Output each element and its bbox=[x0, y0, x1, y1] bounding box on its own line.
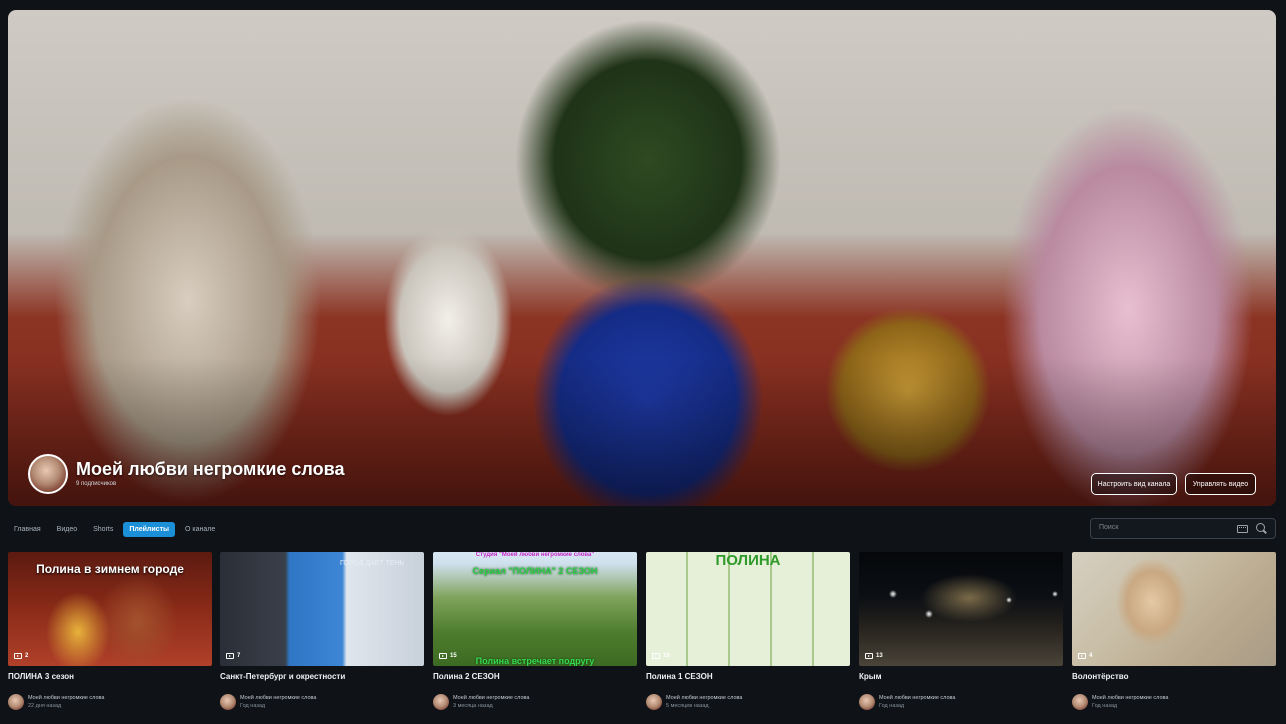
manage-videos-button[interactable]: Управлять видео bbox=[1185, 473, 1256, 495]
owner-name[interactable]: Моей любви негромкие слова bbox=[453, 695, 529, 701]
playlist-date: 5 месяцев назад bbox=[666, 703, 709, 709]
playlist-card[interactable]: 4 Волонтёрство Моей любви негромкие слов… bbox=[1072, 552, 1276, 718]
video-count: 7 bbox=[237, 653, 241, 659]
playlist-title[interactable]: Крым bbox=[859, 672, 882, 681]
video-count-badge: 16 bbox=[652, 653, 670, 659]
playlist-thumbnail[interactable]: ГОРОД ДАЕТ ТЕНЬ bbox=[220, 552, 424, 666]
playlist-title[interactable]: Полина 1 СЕЗОН bbox=[646, 672, 713, 681]
channel-banner bbox=[8, 10, 1276, 506]
tab-home[interactable]: Главная bbox=[8, 522, 47, 537]
tab-about[interactable]: О канале bbox=[179, 522, 221, 537]
thumbnail-caption: Сериал "ПОЛИНА" 2 СЕЗОН bbox=[472, 566, 598, 576]
video-count-badge: 4 bbox=[1078, 653, 1092, 659]
channel-avatar[interactable] bbox=[28, 454, 68, 494]
playlist-title[interactable]: Санкт-Петербург и окрестности bbox=[220, 672, 345, 681]
playlist-icon bbox=[652, 653, 660, 659]
tab-videos[interactable]: Видео bbox=[51, 522, 83, 537]
thumbnail-caption: ГОРОД ДАЕТ ТЕНЬ bbox=[340, 560, 405, 567]
keyboard-icon[interactable] bbox=[1237, 525, 1248, 533]
playlist-thumbnail[interactable] bbox=[859, 552, 1063, 666]
channel-search-input[interactable]: Поиск bbox=[1090, 518, 1276, 539]
owner-name[interactable]: Моей любви негромкие слова bbox=[240, 695, 316, 701]
video-count: 15 bbox=[450, 653, 457, 659]
tab-shorts[interactable]: Shorts bbox=[87, 522, 119, 537]
owner-name[interactable]: Моей любви негромкие слова bbox=[28, 695, 104, 701]
channel-tabs: Главная Видео Shorts Плейлисты О канале bbox=[8, 520, 221, 538]
thumbnail-subcaption: Полина встречает подругу bbox=[475, 656, 595, 666]
video-count-badge: 2 bbox=[14, 653, 28, 659]
playlist-icon bbox=[1078, 653, 1086, 659]
owner-avatar[interactable] bbox=[8, 694, 24, 710]
video-count: 13 bbox=[876, 653, 883, 659]
thumbnail-caption: ПОЛИНА bbox=[715, 552, 781, 569]
video-count-badge: 15 bbox=[439, 653, 457, 659]
playlist-title[interactable]: ПОЛИНА 3 сезон bbox=[8, 672, 74, 681]
playlist-thumbnail[interactable]: ПОЛИНА bbox=[646, 552, 850, 666]
playlist-card[interactable]: ПОЛИНА 16 Полина 1 СЕЗОН Моей любви негр… bbox=[646, 552, 850, 718]
owner-name[interactable]: Моей любви негромкие слова bbox=[1092, 695, 1168, 701]
playlist-date: Год назад bbox=[240, 703, 266, 709]
owner-avatar[interactable] bbox=[433, 694, 449, 710]
playlist-date: 22 дня назад bbox=[28, 703, 62, 709]
video-count-badge: 13 bbox=[865, 653, 883, 659]
playlist-card[interactable]: ГОРОД ДАЕТ ТЕНЬ 7 Санкт-Петербург и окре… bbox=[220, 552, 424, 718]
owner-avatar[interactable] bbox=[1072, 694, 1088, 710]
playlist-card[interactable]: Полина в зимнем городе 2 ПОЛИНА 3 сезон … bbox=[8, 552, 212, 718]
playlist-title[interactable]: Волонтёрство bbox=[1072, 672, 1128, 681]
thumbnail-studio-text: Студия "Моей любви негромкие слова" bbox=[475, 552, 595, 558]
search-icon[interactable] bbox=[1256, 523, 1265, 532]
channel-page: Моей любви негромкие слова 9 подписчиков… bbox=[0, 0, 1286, 724]
owner-name[interactable]: Моей любви негромкие слова bbox=[666, 695, 742, 701]
search-placeholder: Поиск bbox=[1099, 524, 1119, 531]
video-count: 16 bbox=[663, 653, 670, 659]
owner-avatar[interactable] bbox=[220, 694, 236, 710]
tab-playlists[interactable]: Плейлисты bbox=[123, 521, 175, 537]
playlist-card[interactable]: Студия "Моей любви негромкие слова" Сери… bbox=[433, 552, 637, 718]
owner-avatar[interactable] bbox=[859, 694, 875, 710]
playlist-icon bbox=[439, 653, 447, 659]
playlist-grid: Полина в зимнем городе 2 ПОЛИНА 3 сезон … bbox=[8, 552, 1276, 718]
video-count-badge: 7 bbox=[226, 653, 240, 659]
playlist-card[interactable]: 13 Крым Моей любви негромкие слова Год н… bbox=[859, 552, 1063, 718]
subscriber-count: 9 подписчиков bbox=[76, 481, 117, 487]
playlist-icon bbox=[14, 653, 22, 659]
playlist-thumbnail[interactable]: Полина в зимнем городе bbox=[8, 552, 212, 666]
channel-name: Моей любви негромкие слова bbox=[76, 459, 345, 479]
owner-name[interactable]: Моей любви негромкие слова bbox=[879, 695, 955, 701]
playlist-date: Год назад bbox=[1092, 703, 1118, 709]
playlist-date: Год назад bbox=[879, 703, 905, 709]
customize-channel-button[interactable]: Настроить вид канала bbox=[1091, 473, 1177, 495]
video-count: 4 bbox=[1089, 653, 1093, 659]
playlist-date: 3 месяца назад bbox=[453, 703, 493, 709]
thumbnail-caption: Полина в зимнем городе bbox=[36, 562, 184, 576]
owner-avatar[interactable] bbox=[646, 694, 662, 710]
playlist-icon bbox=[226, 653, 234, 659]
playlist-thumbnail[interactable] bbox=[1072, 552, 1276, 666]
video-count: 2 bbox=[25, 653, 29, 659]
playlist-thumbnail[interactable]: Студия "Моей любви негромкие слова" Сери… bbox=[433, 552, 637, 666]
playlist-title[interactable]: Полина 2 СЕЗОН bbox=[433, 672, 500, 681]
playlist-icon bbox=[865, 653, 873, 659]
